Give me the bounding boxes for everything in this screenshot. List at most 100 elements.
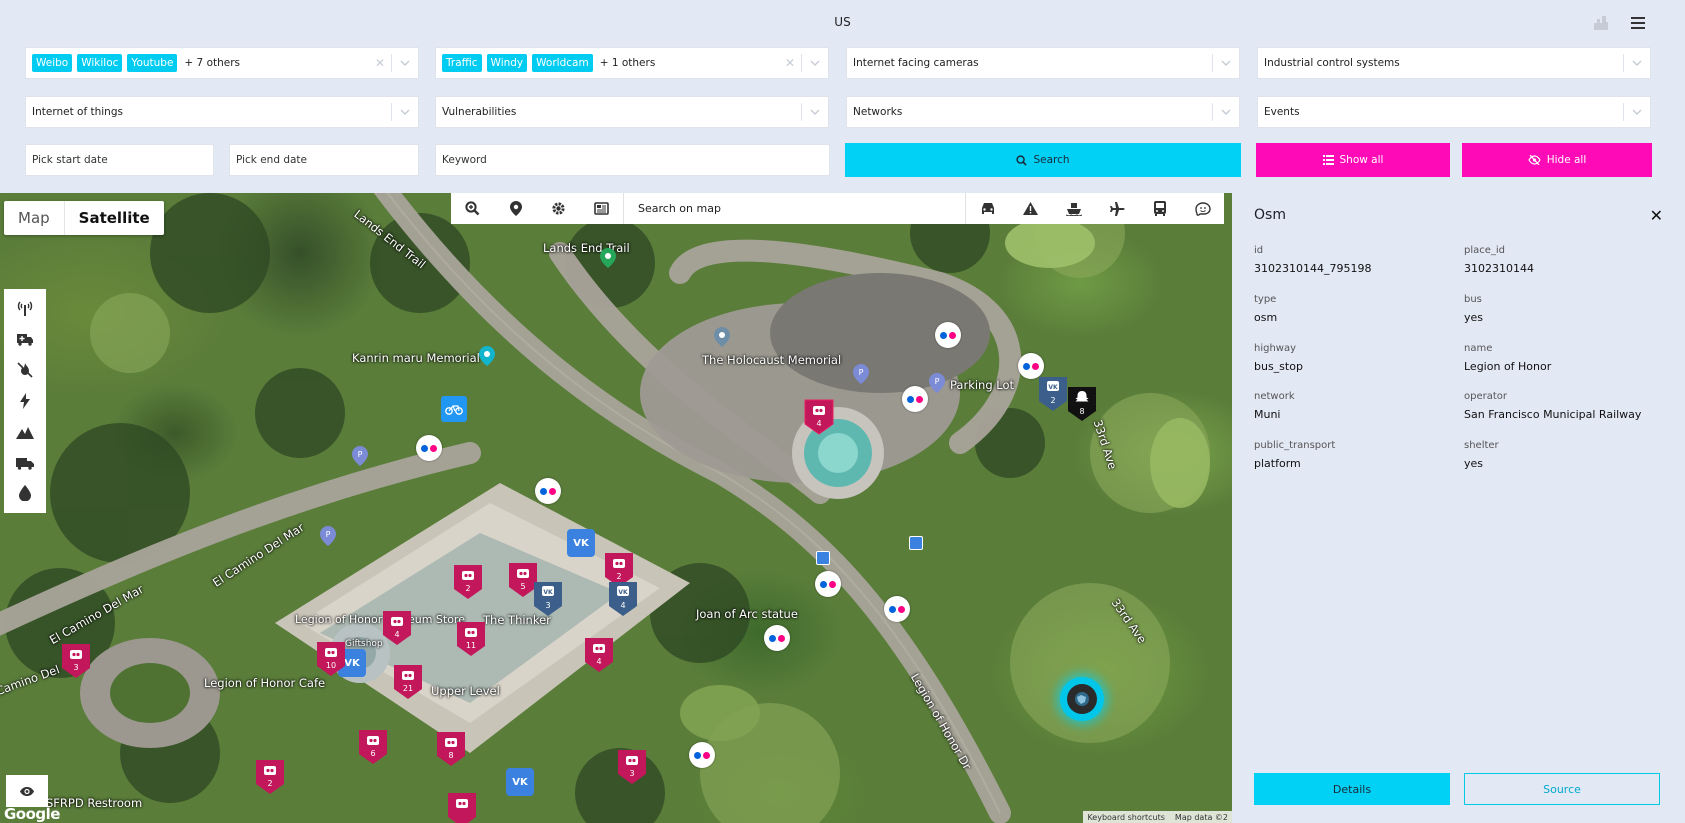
camera-cluster-marker[interactable]: 3 [616, 748, 648, 786]
clear-icon[interactable]: ✕ [369, 56, 391, 70]
camera-cluster-marker[interactable]: 3 [60, 642, 92, 680]
parking-marker[interactable]: P [320, 526, 336, 549]
chevron-down-icon[interactable] [1624, 109, 1650, 115]
location-pin-icon[interactable] [494, 193, 537, 224]
filter-tag[interactable]: Worldcam [532, 54, 593, 72]
antenna-icon[interactable] [13, 297, 37, 319]
airplane-icon[interactable] [1095, 193, 1138, 224]
bus-icon[interactable] [1138, 193, 1181, 224]
chevron-down-icon[interactable] [1213, 60, 1239, 66]
camera-cluster-marker[interactable]: 4 [803, 398, 835, 436]
flickr-marker[interactable] [935, 322, 961, 348]
chevron-down-icon[interactable] [1624, 60, 1650, 66]
flickr-marker[interactable] [535, 478, 561, 504]
camera-marker[interactable] [446, 791, 478, 823]
camera-cluster-marker[interactable]: 4 [381, 609, 413, 647]
mountain-icon[interactable] [13, 421, 37, 443]
vk-cluster-marker[interactable]: VK 4 [607, 580, 639, 618]
flickr-marker[interactable] [689, 742, 715, 768]
news-icon[interactable] [580, 193, 623, 224]
chevron-down-icon[interactable] [392, 109, 418, 115]
monument-marker[interactable] [479, 346, 495, 369]
vk-marker[interactable]: VK [567, 529, 595, 557]
map-search-input[interactable]: Search on map [623, 193, 966, 224]
keyword-input[interactable] [435, 144, 830, 176]
car-icon[interactable] [966, 193, 1009, 224]
camera-cluster-marker[interactable]: 21 [392, 663, 424, 701]
vk-marker[interactable]: VK [506, 768, 534, 796]
webcams-select[interactable]: Traffic Windy Worldcam + 1 others ✕ [435, 47, 829, 79]
parking-marker[interactable]: P [853, 364, 869, 387]
bus-stop-icon[interactable] [816, 551, 830, 565]
chevron-down-icon[interactable] [802, 60, 828, 66]
poi-label: SFRPD Restroom [46, 796, 143, 810]
source-button[interactable]: Source [1464, 773, 1660, 805]
eye-toggle-button[interactable] [6, 775, 48, 807]
events-select[interactable]: Events [1257, 96, 1651, 128]
vk-cluster-marker[interactable]: VK 3 [532, 580, 564, 618]
truck-icon[interactable] [13, 452, 37, 474]
fire-hazard-icon[interactable] [13, 359, 37, 381]
lightning-icon[interactable] [13, 390, 37, 412]
water-drop-icon[interactable] [13, 482, 37, 504]
chevron-down-icon[interactable] [392, 60, 418, 66]
bus-stop-icon[interactable] [909, 536, 923, 550]
keyboard-shortcuts-link[interactable]: Keyboard shortcuts [1087, 813, 1164, 822]
flickr-marker[interactable] [902, 386, 928, 412]
details-button[interactable]: Details [1254, 773, 1450, 805]
camera-cluster-marker[interactable]: 6 [357, 728, 389, 766]
field-value: platform [1254, 457, 1301, 470]
svg-text:8: 8 [448, 751, 453, 760]
filter-tag[interactable]: Youtube [127, 54, 178, 72]
clear-icon[interactable]: ✕ [779, 56, 801, 70]
flickr-marker[interactable] [764, 625, 790, 651]
camera-cluster-marker[interactable]: 2 [452, 563, 484, 601]
end-date-input[interactable] [229, 144, 419, 176]
filter-tag[interactable]: Windy [486, 54, 528, 72]
start-date-input[interactable] [25, 144, 214, 176]
map-type-map-button[interactable]: Map [4, 201, 64, 235]
svg-text:3: 3 [629, 769, 634, 778]
internet-facing-cameras-select[interactable]: Internet facing cameras [846, 47, 1240, 79]
close-icon[interactable]: ✕ [1650, 206, 1663, 225]
flickr-marker[interactable] [815, 571, 841, 597]
ambulance-icon[interactable] [13, 328, 37, 350]
city-icon[interactable] [1592, 14, 1610, 32]
camera-cluster-marker[interactable]: 10 [315, 640, 347, 678]
chevron-down-icon[interactable] [1213, 109, 1239, 115]
memorial-marker[interactable] [714, 327, 730, 350]
hide-all-button[interactable]: Hide all [1462, 143, 1652, 177]
warning-icon[interactable] [1009, 193, 1052, 224]
zoom-search-icon[interactable] [451, 193, 494, 224]
flickr-marker[interactable] [884, 596, 910, 622]
social-media-select[interactable]: Weibo Wikiloc Youtube + 7 others ✕ [25, 47, 419, 79]
search-button[interactable]: Search [845, 143, 1241, 177]
parking-marker[interactable]: P [352, 446, 368, 469]
trail-marker[interactable] [600, 248, 616, 271]
networks-select[interactable]: Networks [846, 96, 1240, 128]
snapchat-cluster-marker[interactable]: 8 [1066, 385, 1098, 423]
menu-icon[interactable] [1629, 14, 1647, 32]
vulnerabilities-select[interactable]: Vulnerabilities [435, 96, 829, 128]
internet-of-things-select[interactable]: Internet of things [25, 96, 419, 128]
chevron-down-icon[interactable] [802, 109, 828, 115]
filter-tag[interactable]: Traffic [442, 54, 482, 72]
industrial-control-systems-select[interactable]: Industrial control systems [1257, 47, 1651, 79]
camera-cluster-marker[interactable]: 11 [455, 620, 487, 658]
map-type-satellite-button[interactable]: Satellite [63, 201, 164, 235]
satellite-map[interactable]: Lands End Trail Lands End Trail Kanrin m… [0, 193, 1232, 823]
ship-icon[interactable] [1052, 193, 1095, 224]
waze-icon[interactable] [1181, 193, 1224, 224]
vk-cluster-marker[interactable]: VK 2 [1037, 375, 1069, 413]
filter-tag[interactable]: Wikiloc [77, 54, 123, 72]
filter-tag[interactable]: Weibo [32, 54, 73, 72]
gear-icon[interactable] [537, 193, 580, 224]
show-all-button[interactable]: Show all [1256, 143, 1450, 177]
selected-osm-marker[interactable] [1060, 677, 1104, 721]
camera-cluster-marker[interactable]: 4 [583, 636, 615, 674]
bike-share-icon[interactable] [441, 396, 467, 422]
parking-marker[interactable]: P [929, 373, 945, 396]
camera-cluster-marker[interactable]: 2 [254, 758, 286, 796]
camera-cluster-marker[interactable]: 8 [435, 730, 467, 768]
flickr-marker[interactable] [416, 435, 442, 461]
